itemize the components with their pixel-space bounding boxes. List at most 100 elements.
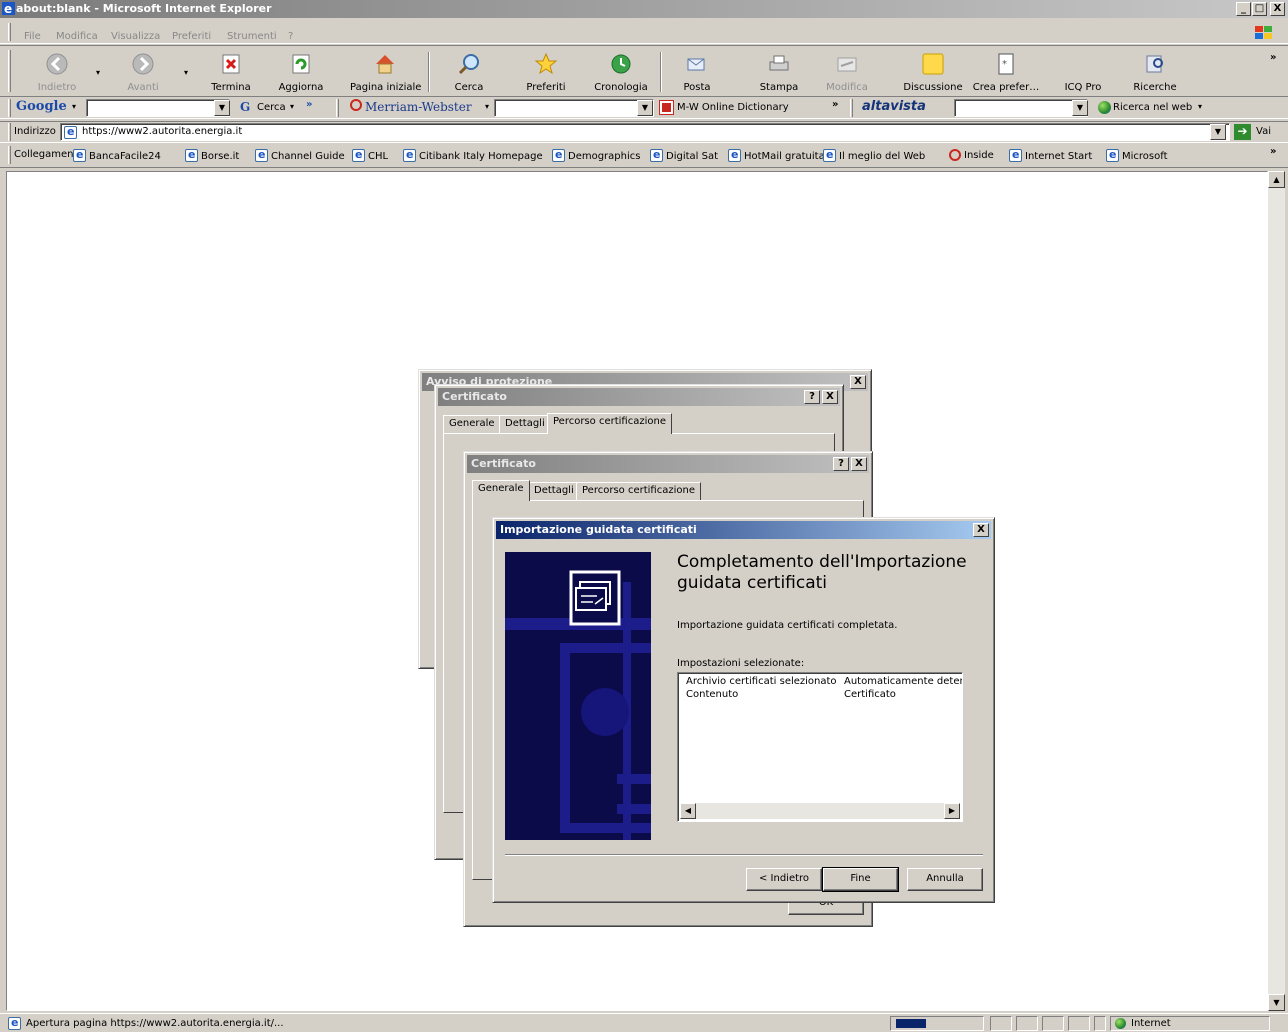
back-button[interactable]: Indietro — [24, 46, 90, 96]
scroll-down-arrow-icon[interactable]: ▼ — [1268, 994, 1285, 1011]
google-overflow-chevron[interactable]: » — [306, 99, 312, 110]
wizard-title: Importazione guidata certificati X — [496, 521, 991, 539]
edit-button[interactable]: Modifica — [814, 46, 880, 96]
history-button[interactable]: Cronologia — [588, 46, 654, 96]
close-button[interactable]: X — [851, 457, 867, 471]
cancel-button[interactable]: Annulla — [907, 868, 983, 891]
mw-search-dropdown[interactable]: ▼ — [637, 100, 653, 116]
mail-button[interactable]: Posta — [664, 46, 730, 96]
refresh-button[interactable]: Aggiorna — [268, 46, 334, 96]
toolbar-grip[interactable] — [8, 50, 11, 92]
merriam-webster-label[interactable]: Merriam-Webster — [365, 100, 472, 114]
print-button[interactable]: Stampa — [746, 46, 812, 96]
mw-search-input[interactable] — [494, 99, 654, 117]
search-button[interactable]: Cerca — [436, 46, 502, 96]
google-search-dropdown[interactable]: ▼ — [214, 100, 230, 116]
minimize-button[interactable]: _ — [1236, 2, 1251, 16]
menu-preferiti[interactable]: Preferiti — [172, 31, 211, 42]
link-item[interactable]: Citibank Italy Homepage — [403, 148, 543, 162]
tab-dettagli[interactable]: Dettagli — [528, 482, 580, 500]
google-search-input[interactable] — [86, 99, 230, 117]
menu-visualizza[interactable]: Visualizza — [111, 31, 160, 42]
maximize-button[interactable]: □ — [1252, 2, 1267, 16]
toolbar-overflow-chevron[interactable]: » — [1270, 52, 1276, 63]
favorites-label: Preferiti — [526, 82, 566, 93]
scroll-right-arrow-icon[interactable]: ▶ — [944, 803, 960, 819]
history-label: Cronologia — [594, 82, 648, 93]
back-dropdown-icon[interactable]: ▾ — [96, 68, 100, 77]
help-button[interactable]: ? — [833, 457, 849, 471]
research-button[interactable]: Ricerche — [1122, 46, 1188, 96]
page-icon — [403, 148, 416, 162]
back-button[interactable]: < Indietro — [746, 868, 822, 891]
finish-button[interactable]: Fine — [822, 867, 899, 892]
list-item[interactable]: Archivio certificati selezionato Automati… — [686, 676, 962, 687]
zone-cell[interactable]: Internet — [1110, 1016, 1270, 1031]
tab-generale[interactable]: Generale — [472, 480, 530, 501]
searchbar-grip[interactable] — [8, 99, 11, 117]
link-item[interactable]: Inside — [949, 149, 994, 161]
linksbar-grip[interactable] — [8, 146, 11, 164]
link-item[interactable]: HotMail gratuita — [728, 148, 825, 162]
create-pref-button[interactable]: * Crea prefer… — [970, 46, 1042, 96]
tab-dettagli[interactable]: Dettagli — [499, 415, 551, 433]
link-item[interactable]: Il meglio del Web — [823, 148, 925, 162]
link-item[interactable]: Microsoft — [1106, 148, 1168, 162]
mw-overflow-chevron[interactable]: » — [832, 99, 838, 110]
google-menu-icon[interactable]: ▾ — [72, 102, 76, 111]
menu-file[interactable]: File — [24, 31, 41, 42]
horizontal-scrollbar[interactable]: ◀ ▶ — [680, 803, 960, 819]
forward-button[interactable]: Avanti — [110, 46, 176, 96]
altavista-search-input[interactable] — [954, 99, 1088, 117]
list-item[interactable]: Contenuto Certificato — [686, 689, 896, 700]
menubar-grip[interactable] — [8, 23, 11, 41]
link-item[interactable]: Borse.it — [185, 148, 239, 162]
globe-icon — [1098, 101, 1111, 114]
link-item[interactable]: BancaFacile24 — [73, 148, 161, 162]
scroll-up-arrow-icon[interactable]: ▲ — [1268, 171, 1285, 188]
menu-strumenti[interactable]: Strumenti — [227, 31, 277, 42]
menu-help[interactable]: ? — [288, 31, 293, 42]
tab-generale[interactable]: Generale — [443, 415, 501, 433]
searchbar-grip[interactable] — [336, 99, 339, 117]
go-arrow-icon[interactable]: ➔ — [1234, 124, 1251, 140]
close-button[interactable]: X — [850, 375, 866, 389]
link-item[interactable]: Digital Sat — [650, 148, 718, 162]
close-button[interactable]: X — [1270, 2, 1285, 16]
altavista-search-dropdown[interactable]: ▼ — [1072, 100, 1088, 116]
close-button[interactable]: X — [973, 523, 989, 537]
google-logo[interactable]: Google — [16, 99, 67, 114]
favorites-button[interactable]: Preferiti — [513, 46, 579, 96]
research-label: Ricerche — [1133, 82, 1177, 93]
settings-list[interactable]: Archivio certificati selezionato Automati… — [677, 672, 963, 822]
google-search-button[interactable]: Cerca — [257, 102, 286, 113]
tab-percorso-certificazione[interactable]: Percorso certificazione — [576, 482, 701, 500]
mw-dictionary-button[interactable]: M-W Online Dictionary — [677, 102, 789, 113]
help-button[interactable]: ? — [804, 390, 820, 404]
address-dropdown[interactable]: ▼ — [1210, 124, 1226, 140]
link-item[interactable]: Channel Guide — [255, 148, 345, 162]
merriam-menu-icon[interactable]: ▾ — [485, 102, 489, 111]
discussion-button[interactable]: Discussione — [900, 46, 966, 96]
addressbar-grip[interactable] — [8, 123, 11, 141]
link-item[interactable]: Internet Start — [1009, 148, 1092, 162]
altavista-logo: altavista — [862, 99, 926, 114]
close-button[interactable]: X — [822, 390, 838, 404]
menu-modifica[interactable]: Modifica — [56, 31, 98, 42]
tab-percorso-certificazione[interactable]: Percorso certificazione — [547, 413, 672, 434]
home-button[interactable]: Pagina iniziale — [350, 46, 421, 96]
web-search-button[interactable]: Ricerca nel web — [1113, 102, 1192, 113]
address-input[interactable]: https://www2.autorita.energia.it — [60, 123, 1230, 141]
vertical-scrollbar[interactable]: ▲ ▼ — [1268, 171, 1285, 1011]
link-item[interactable]: Demographics — [552, 148, 640, 162]
google-search-dropdown-icon[interactable]: ▾ — [290, 102, 294, 111]
scroll-left-arrow-icon[interactable]: ◀ — [680, 803, 696, 819]
link-item[interactable]: CHL — [352, 148, 388, 162]
stop-button[interactable]: Termina — [198, 46, 264, 96]
icq-button[interactable]: ICQ Pro — [1050, 46, 1116, 96]
searchbar-grip[interactable] — [850, 99, 853, 117]
forward-dropdown-icon[interactable]: ▾ — [184, 68, 188, 77]
go-button[interactable]: Vai — [1256, 126, 1271, 137]
links-overflow-chevron[interactable]: » — [1270, 146, 1276, 157]
web-search-dropdown-icon[interactable]: ▾ — [1198, 102, 1202, 111]
